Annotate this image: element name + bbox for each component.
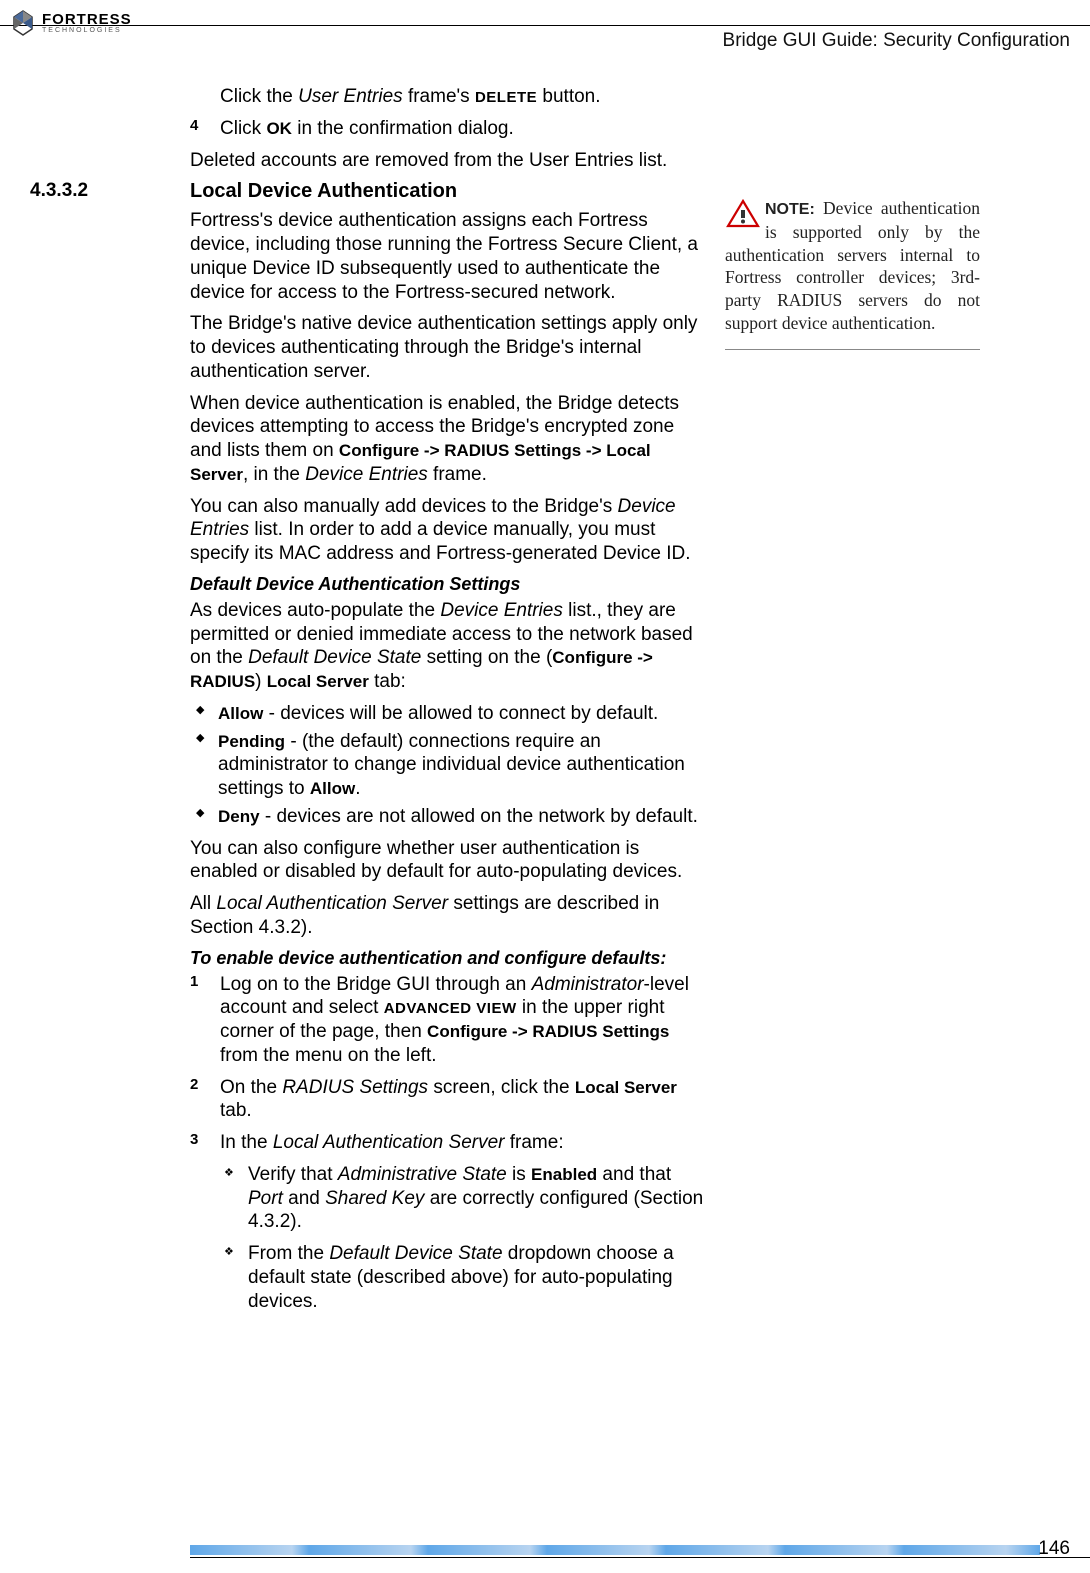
subsection-heading: To enable device authentication and conf… bbox=[190, 948, 710, 969]
step-2: 2On the RADIUS Settings screen, click th… bbox=[220, 1076, 710, 1124]
section-number: 4.3.3.2 bbox=[30, 180, 88, 202]
note-label: NOTE: bbox=[765, 201, 815, 218]
body-text: All Local Authentication Server settings… bbox=[190, 892, 710, 940]
page-number: 146 bbox=[1038, 1538, 1070, 1560]
body-text: You can also configure whether user auth… bbox=[190, 837, 710, 885]
note-callout: NOTE: Device authentication is supported… bbox=[725, 197, 980, 350]
step-number: 2 bbox=[190, 1076, 198, 1095]
header-rule bbox=[0, 25, 1090, 26]
logo: FORTRESS TECHNOLOGIES bbox=[8, 8, 132, 38]
body-text: As devices auto-populate the Device Entr… bbox=[190, 599, 710, 694]
step-3: 3In the Local Authentication Server fram… bbox=[220, 1131, 710, 1155]
footer-rule bbox=[190, 1557, 1090, 1558]
page-header-title: Bridge GUI Guide: Security Configuration bbox=[723, 30, 1070, 52]
body-text: Deleted accounts are removed from the Us… bbox=[190, 149, 710, 173]
step-number: 1 bbox=[190, 973, 198, 992]
sub-bullet-list: Verify that Administrative State is Enab… bbox=[220, 1163, 710, 1314]
list-item: Pending - (the default) connections requ… bbox=[190, 730, 710, 801]
body-text: Fortress's device authentication assigns… bbox=[190, 209, 710, 304]
body-text: Click the User Entries frame's DELETE bu… bbox=[220, 85, 710, 109]
body-text: When device authentication is enabled, t… bbox=[190, 392, 710, 487]
body-text: You can also manually add devices to the… bbox=[190, 495, 710, 566]
list-item: From the Default Device State dropdown c… bbox=[220, 1242, 710, 1313]
step-number: 3 bbox=[190, 1131, 198, 1150]
section-heading: Local Device Authentication bbox=[190, 180, 710, 203]
list-item: Verify that Administrative State is Enab… bbox=[220, 1163, 710, 1234]
body-text: The Bridge's native device authenticatio… bbox=[190, 312, 710, 383]
decorative-bar bbox=[190, 1545, 1040, 1555]
logo-icon bbox=[8, 8, 38, 38]
logo-sub-text: TECHNOLOGIES bbox=[42, 27, 132, 34]
list-item: Deny - devices are not allowed on the ne… bbox=[190, 805, 710, 829]
subsection-heading: Default Device Authentication Settings bbox=[190, 574, 710, 595]
step-1: 1Log on to the Bridge GUI through an Adm… bbox=[220, 973, 710, 1068]
step-4: 4Click OK in the confirmation dialog. bbox=[220, 117, 710, 141]
logo-main-text: FORTRESS bbox=[42, 12, 132, 27]
step-number: 4 bbox=[190, 117, 198, 136]
bullet-list: Allow - devices will be allowed to conne… bbox=[190, 702, 710, 829]
note-text: Device authentication is supported only … bbox=[725, 198, 980, 333]
warning-icon bbox=[725, 199, 761, 229]
list-item: Allow - devices will be allowed to conne… bbox=[190, 702, 710, 726]
footer: 146 bbox=[0, 1545, 1090, 1558]
